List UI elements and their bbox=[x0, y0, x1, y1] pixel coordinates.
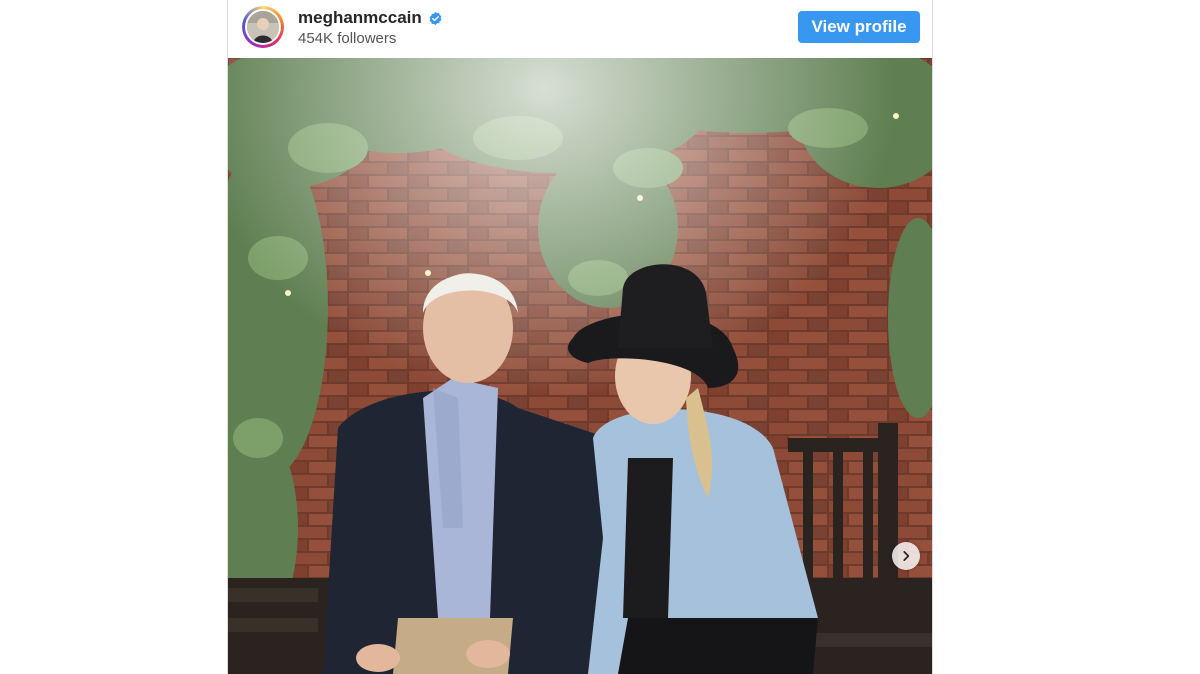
next-photo-button[interactable] bbox=[892, 542, 920, 570]
instagram-embed: meghanmccain 454K followers View profile bbox=[227, 0, 933, 674]
follower-count: 454K followers bbox=[298, 30, 397, 47]
avatar-border bbox=[245, 9, 281, 45]
avatar[interactable] bbox=[242, 6, 284, 48]
post-header: meghanmccain 454K followers View profile bbox=[228, 0, 932, 58]
username-row: meghanmccain bbox=[298, 8, 443, 28]
avatar-image bbox=[247, 11, 279, 43]
post-photo[interactable] bbox=[228, 58, 932, 674]
username-link[interactable]: meghanmccain bbox=[298, 8, 422, 28]
chevron-right-icon bbox=[899, 549, 913, 563]
verified-badge-icon bbox=[428, 11, 443, 26]
view-profile-button[interactable]: View profile bbox=[798, 11, 920, 43]
